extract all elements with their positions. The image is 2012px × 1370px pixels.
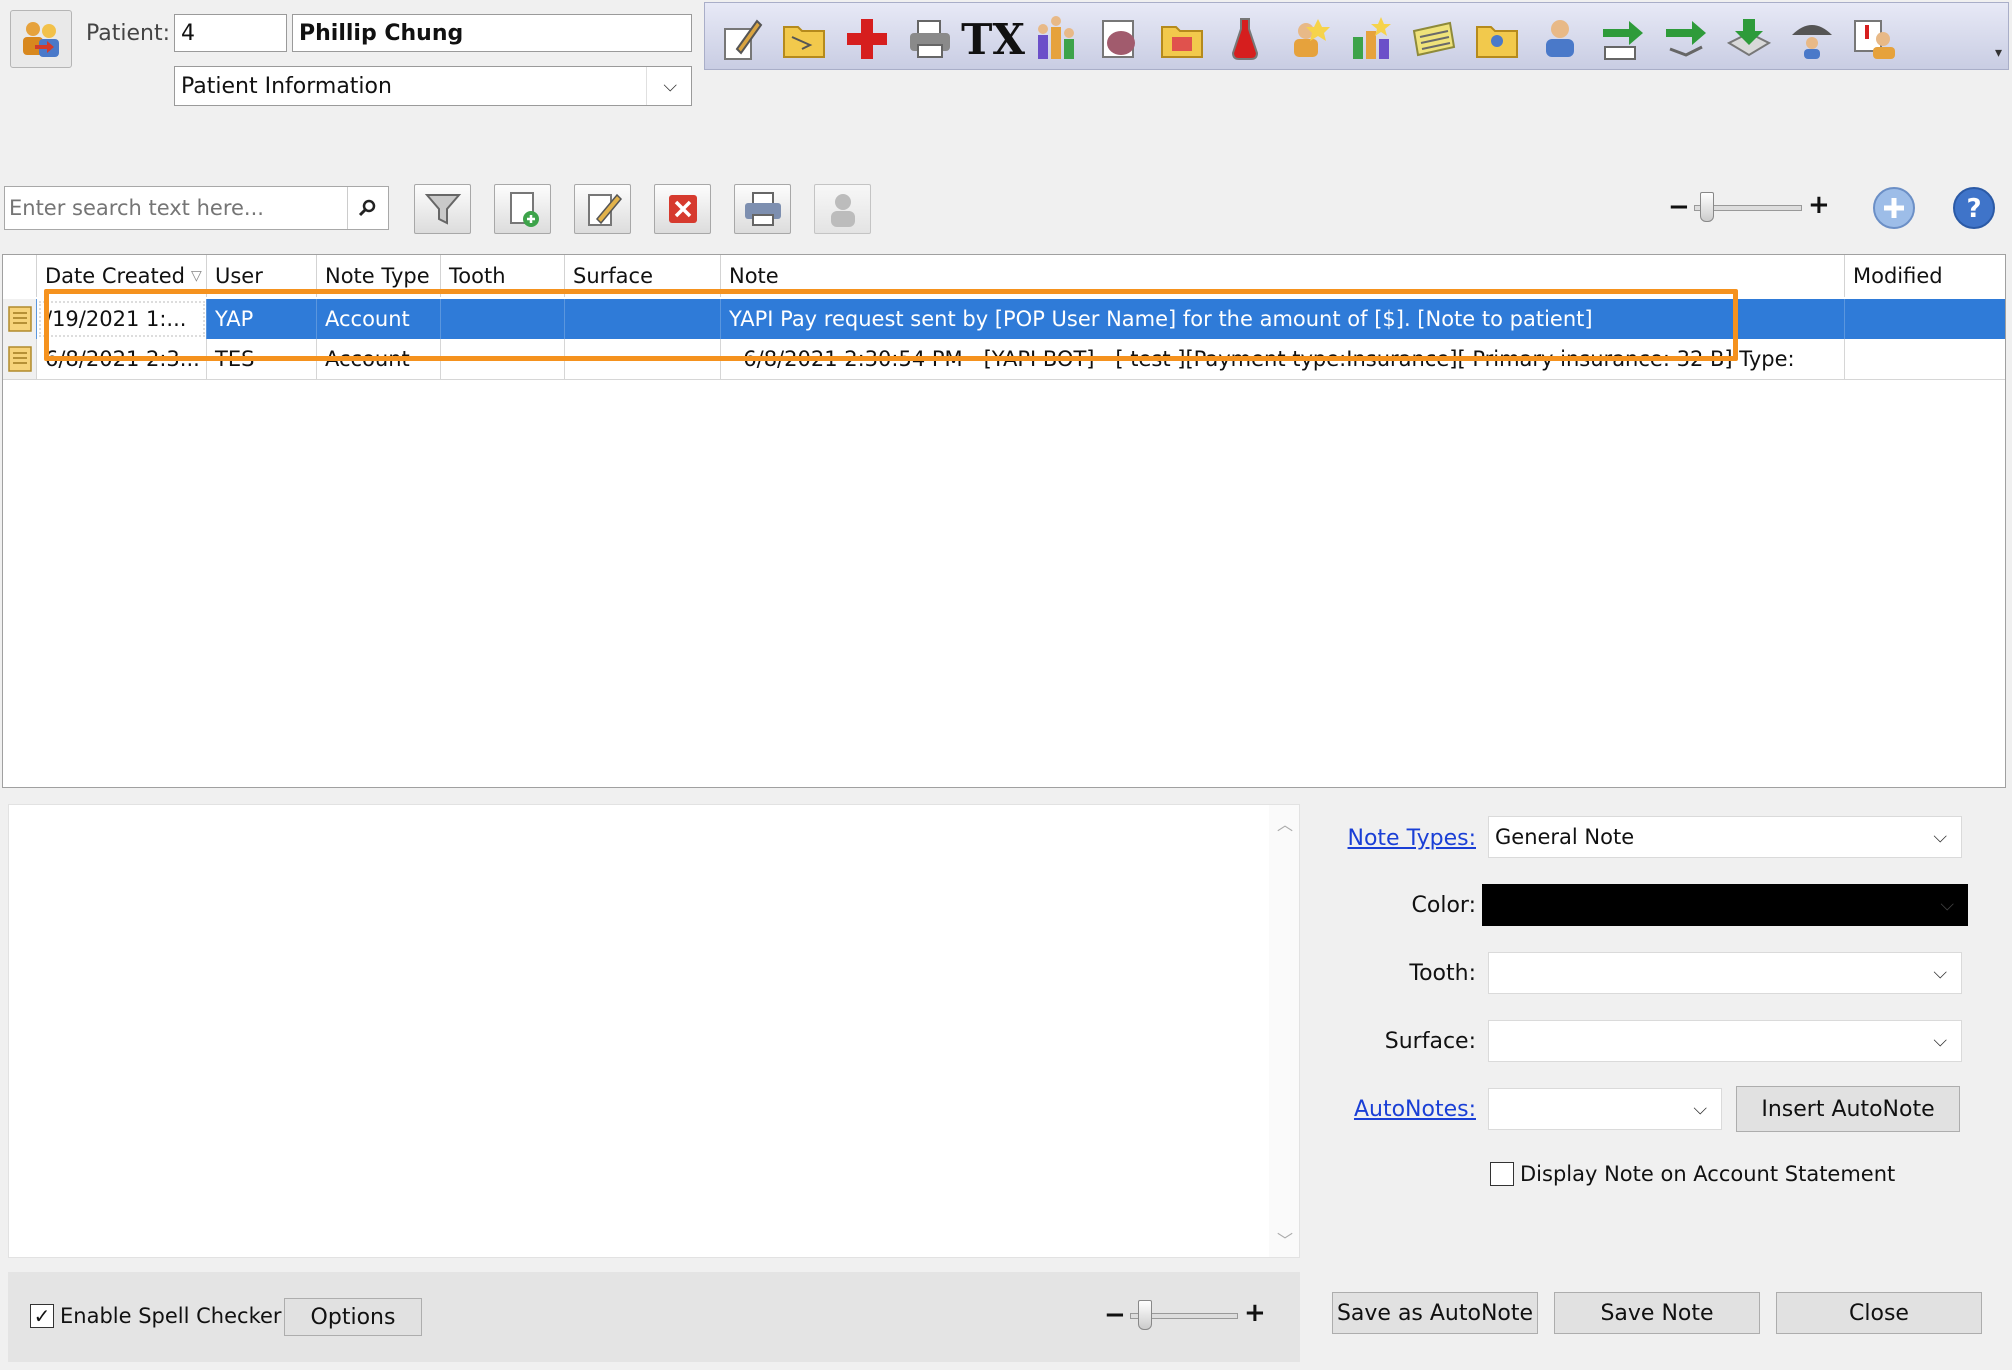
patient-view-select[interactable]: Patient Information ⌵	[174, 66, 692, 106]
close-button[interactable]: Close	[1776, 1292, 1982, 1334]
filter-button[interactable]	[414, 184, 471, 234]
editor-zoom-out-icon[interactable]: −	[1104, 1300, 1126, 1330]
medical-cross-icon[interactable]	[839, 11, 895, 67]
help-icon: ?	[1953, 187, 1995, 229]
patient-user-icon[interactable]	[1532, 11, 1588, 67]
transfer-in-icon[interactable]	[1658, 11, 1714, 67]
editor-zoom-in-icon[interactable]: +	[1244, 1298, 1266, 1328]
autonotes-label: AutoNotes:	[1353, 1097, 1476, 1122]
printer-icon	[744, 192, 781, 226]
add-circle-button[interactable]	[1870, 184, 1918, 232]
add-note-button[interactable]	[494, 184, 551, 234]
plus-circle-icon	[1873, 187, 1915, 229]
grid-header-icon-col	[3, 255, 37, 297]
svg-text:?: ?	[1966, 194, 1981, 224]
download-tray-icon[interactable]	[1721, 11, 1777, 67]
color-label: Color:	[1411, 893, 1476, 918]
autonotes-select[interactable]: ⌵	[1488, 1088, 1722, 1130]
note-row-icon	[3, 299, 37, 339]
save-as-autonote-button[interactable]: Save as AutoNote	[1332, 1292, 1538, 1334]
search-button[interactable]	[347, 187, 388, 229]
highlight-box	[44, 289, 1738, 361]
select-patient-button[interactable]	[10, 10, 72, 68]
col-modified[interactable]: Modified	[1845, 255, 2005, 297]
patient-name-field[interactable]: Phillip Chung	[292, 14, 692, 52]
note-types-select[interactable]: General Note ⌵	[1488, 816, 1962, 858]
chevron-down-icon: ⌵	[1933, 826, 1947, 848]
display-on-statement-label: Display Note on Account Statement	[1520, 1162, 1896, 1186]
user-silhouette-icon	[830, 194, 855, 227]
user-umbrella-icon[interactable]	[1784, 11, 1840, 67]
folder-user-icon[interactable]	[1469, 11, 1525, 67]
surface-select[interactable]: ⌵	[1488, 1020, 1962, 1062]
zoom-slider-thumb[interactable]	[1700, 192, 1714, 222]
note-types-value: General Note	[1495, 825, 1635, 849]
search-input[interactable]	[5, 187, 345, 229]
editor-zoom-thumb[interactable]	[1138, 1300, 1152, 1330]
folder-icon[interactable]	[776, 11, 832, 67]
note-text-editor[interactable]: ︿ ﹀	[8, 804, 1300, 1258]
brain-icon[interactable]	[1091, 11, 1147, 67]
chevron-down-icon: ⌵	[663, 75, 677, 97]
options-button[interactable]: Options	[284, 1298, 422, 1336]
scroll-up-icon[interactable]: ︿	[1277, 811, 1293, 835]
note-types-link[interactable]: Note Types:	[1320, 826, 1476, 851]
transfer-out-icon[interactable]	[1595, 11, 1651, 67]
tooth-select[interactable]: ⌵	[1488, 952, 1962, 994]
note-row-icon	[3, 339, 37, 379]
zoom-in-icon[interactable]: +	[1808, 190, 1830, 220]
chevron-down-icon: ⌵	[1933, 1030, 1947, 1052]
tooth-label: Tooth:	[1409, 961, 1476, 986]
editor-scrollbar[interactable]: ︿ ﹀	[1269, 805, 1299, 1257]
search-icon	[358, 199, 376, 217]
autonotes-link[interactable]: AutoNotes:	[1320, 1097, 1476, 1122]
color-select[interactable]: ⌵	[1482, 884, 1968, 926]
medicine-bottle-icon[interactable]	[1217, 11, 1273, 67]
patient-label: Patient:	[86, 21, 171, 46]
surface-label: Surface:	[1384, 1029, 1476, 1054]
note-types-label: Note Types:	[1347, 826, 1476, 851]
patient-view-value: Patient Information	[181, 73, 392, 99]
note-icon	[8, 306, 32, 332]
user-alert-card-icon[interactable]	[1847, 11, 1903, 67]
display-on-statement-checkbox[interactable]	[1490, 1162, 1514, 1186]
delete-note-button[interactable]	[654, 184, 711, 234]
save-note-button[interactable]: Save Note	[1554, 1292, 1760, 1334]
zoom-out-icon[interactable]: −	[1668, 192, 1690, 222]
rx-icon[interactable]: TX	[961, 11, 1025, 67]
note-icon	[8, 346, 32, 372]
chevron-down-icon: ⌵	[1933, 962, 1947, 984]
search-box	[4, 186, 389, 230]
sort-icon: ▽	[190, 268, 202, 284]
family-icon[interactable]	[1028, 11, 1084, 67]
help-button[interactable]: ?	[1950, 184, 1998, 232]
cell-modified	[1845, 299, 2005, 339]
user-alert-icon[interactable]	[1280, 11, 1336, 67]
note-edit-icon[interactable]	[713, 11, 769, 67]
add-note-icon	[509, 192, 539, 227]
toolbar-overflow-icon[interactable]: ▾	[1995, 45, 2002, 61]
patients-icon	[23, 22, 59, 57]
print-button[interactable]	[734, 184, 791, 234]
printer-icon[interactable]	[902, 11, 958, 67]
chevron-down-icon: ⌵	[1940, 894, 1954, 916]
spell-checker-checkbox[interactable]: ✓	[30, 1304, 54, 1328]
folder-note-icon[interactable]	[1154, 11, 1210, 67]
edit-note-button[interactable]	[574, 184, 631, 234]
edit-note-icon	[587, 193, 622, 226]
patient-id-field[interactable]: 4	[174, 14, 287, 52]
filter-icon	[424, 194, 461, 225]
ledger-icon[interactable]	[1406, 11, 1462, 67]
family-alert-icon[interactable]	[1343, 11, 1399, 67]
rx-icon-text: TX	[961, 14, 1025, 64]
spell-checker-label: Enable Spell Checker	[60, 1304, 282, 1328]
scroll-down-icon[interactable]: ﹀	[1277, 1227, 1293, 1251]
insert-autonote-button[interactable]: Insert AutoNote	[1736, 1086, 1960, 1132]
col-date-created-label: Date Created	[45, 264, 185, 288]
chevron-down-icon: ⌵	[1693, 1098, 1707, 1120]
user-button[interactable]	[814, 184, 871, 234]
module-toolbar: TX ▾	[704, 2, 2009, 70]
cell-modified	[1845, 339, 2005, 379]
delete-icon	[668, 195, 697, 223]
